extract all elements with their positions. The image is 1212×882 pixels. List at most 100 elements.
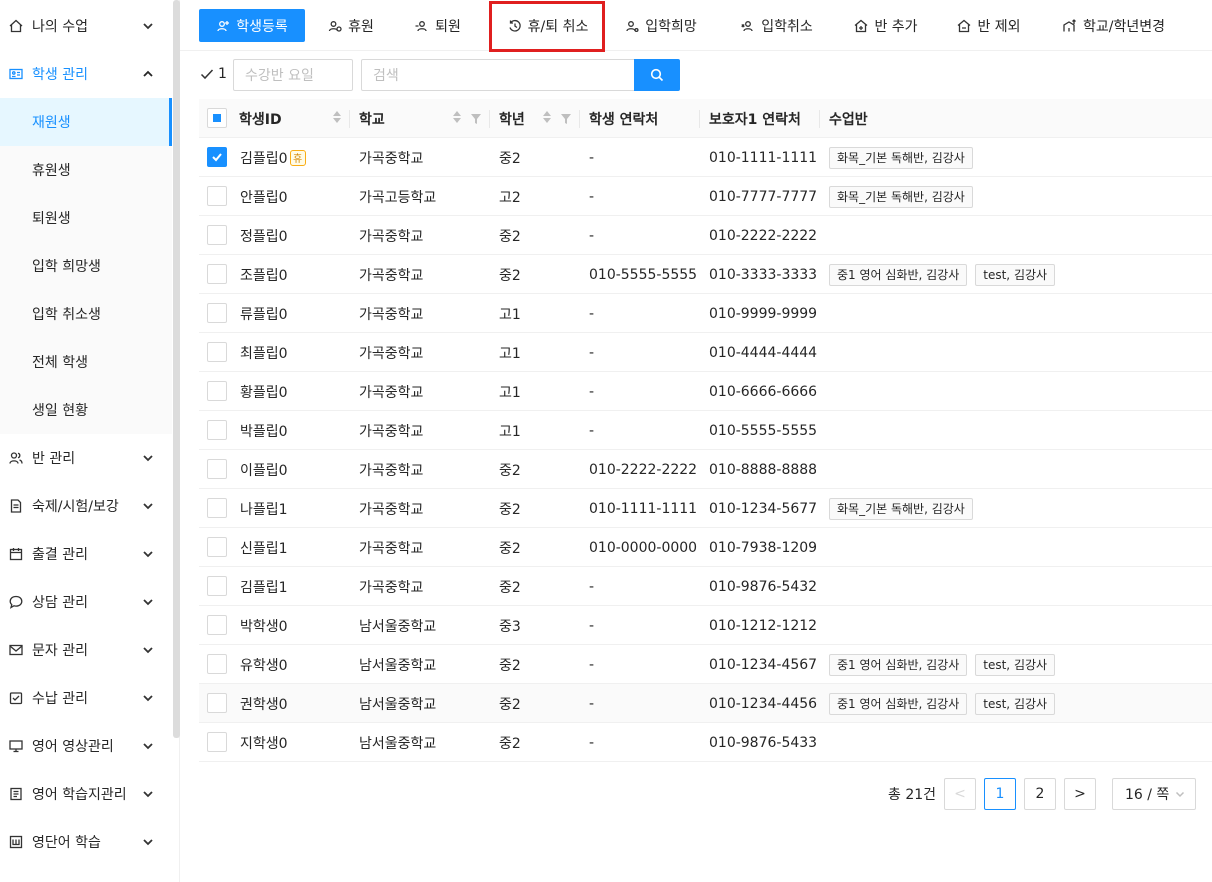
cell-student-name[interactable]: 신플립1 [240, 528, 288, 567]
filter-icon[interactable] [561, 112, 571, 128]
cell-student-name[interactable]: 류플립0 [240, 294, 288, 333]
cell-student-name[interactable]: 정플립0 [240, 216, 288, 255]
row-checkbox[interactable] [207, 147, 227, 167]
page-button-1[interactable]: 1 [984, 778, 1016, 810]
select-all-checkbox[interactable] [207, 108, 227, 128]
search-input[interactable]: 검색 [361, 59, 636, 91]
row-checkbox[interactable] [207, 459, 227, 479]
sidebar-subitem-withdrawn-students[interactable]: 퇴원생 [0, 194, 172, 242]
sidebar-item-class-mgmt[interactable]: 반 관리 [0, 434, 172, 482]
sidebar-item-counsel[interactable]: 상담 관리 [0, 578, 172, 626]
cell-student-name[interactable]: 지학생0 [240, 723, 288, 762]
sidebar-subitem-active-students[interactable]: 재원생 [0, 98, 172, 146]
col-header-grade[interactable]: 학년 [499, 99, 525, 138]
cell-student-name[interactable]: 나플립1 [240, 489, 288, 528]
page-size-select[interactable]: 16 / 쪽 [1112, 778, 1196, 810]
row-checkbox[interactable] [207, 420, 227, 440]
admission-cancel-button[interactable]: 입학취소 [734, 9, 820, 42]
sidebar-item-worksheet[interactable]: 영어 학습지관리 [0, 770, 172, 818]
table-row[interactable]: 김플립0 휴 가곡중학교 중2 - 010-1111-1111 화목_기본 독해반, 김강사 [199, 138, 1212, 177]
table-row[interactable]: 김플립1 가곡중학교 중2 - 010-9876-5432 [199, 567, 1212, 606]
cell-student-name[interactable]: 조플립0 [240, 255, 288, 294]
cell-student-name[interactable]: 박플립0 [240, 411, 288, 450]
row-checkbox[interactable] [207, 381, 227, 401]
table-row[interactable]: 신플립1 가곡중학교 중2 010-0000-0000 010-7938-1209 [199, 528, 1212, 567]
cell-student-phone: 010-1111-1111 [589, 500, 698, 517]
cell-student-name[interactable]: 김플립0 휴 [240, 138, 306, 177]
cell-student-name[interactable]: 유학생0 [240, 645, 288, 684]
prev-page-button[interactable]: < [944, 778, 976, 810]
table-row[interactable]: 유학생0 남서울중학교 중2 - 010-1234-4567 중1 영어 심화반, 김강사… [199, 645, 1212, 684]
leave-button[interactable]: 휴원 [320, 9, 382, 42]
col-header-student-id[interactable]: 학생ID [239, 99, 282, 138]
row-checkbox[interactable] [207, 498, 227, 518]
change-school-grade-button[interactable]: 학교/학년변경 [1058, 9, 1170, 42]
chevron-down-icon [142, 644, 154, 656]
table-row[interactable]: 조플립0 가곡중학교 중2 010-5555-5555 010-3333-3333 중1 … [199, 255, 1212, 294]
sidebar-item-attendance[interactable]: 출결 관리 [0, 530, 172, 578]
row-checkbox[interactable] [207, 615, 227, 635]
page-button-2[interactable]: 2 [1024, 778, 1056, 810]
table-row[interactable]: 박플립0 가곡중학교 고1 - 010-5555-5555 [199, 411, 1212, 450]
add-class-button[interactable]: 반 추가 [849, 9, 923, 42]
sidebar-item-sms[interactable]: 문자 관리 [0, 626, 172, 674]
sidebar-item-my-class[interactable]: 나의 수업 [0, 2, 172, 50]
sidebar-scrollbar[interactable] [173, 0, 180, 738]
row-checkbox[interactable] [207, 264, 227, 284]
weekday-filter-input[interactable]: 수강반 요일 [233, 59, 353, 91]
sidebar-item-student-mgmt[interactable]: 학생 관리 [0, 50, 172, 98]
sidebar-subitem-leave-students[interactable]: 휴원생 [0, 146, 172, 194]
remove-class-button[interactable]: 반 제외 [952, 9, 1026, 42]
sidebar-subitem-applicants[interactable]: 입학 희망생 [0, 242, 172, 290]
sidebar-item-payment[interactable]: 수납 관리 [0, 674, 172, 722]
row-checkbox[interactable] [207, 537, 227, 557]
table-row[interactable]: 이플립0 가곡중학교 중2 010-2222-2222 010-8888-8888 [199, 450, 1212, 489]
row-checkbox[interactable] [207, 186, 227, 206]
cell-student-name[interactable]: 이플립0 [240, 450, 288, 489]
register-student-button[interactable]: 학생등록 [199, 9, 305, 42]
cell-student-name[interactable]: 권학생0 [240, 684, 288, 723]
row-checkbox[interactable] [207, 693, 227, 713]
sort-icon[interactable] [333, 111, 341, 123]
row-checkbox[interactable] [207, 303, 227, 323]
next-page-button[interactable]: > [1064, 778, 1096, 810]
table-row[interactable]: 나플립1 가곡중학교 중2 010-1111-1111 010-1234-5677 화목_… [199, 489, 1212, 528]
sidebar-subitem-birthdays[interactable]: 생일 현황 [0, 386, 172, 434]
sidebar-subitem-cancelled-applicants[interactable]: 입학 취소생 [0, 290, 172, 338]
withdraw-button[interactable]: 퇴원 [407, 9, 469, 42]
table-row[interactable]: 최플립0 가곡중학교 고1 - 010-4444-4444 [199, 333, 1212, 372]
filter-icon[interactable] [471, 112, 481, 128]
row-checkbox[interactable] [207, 732, 227, 752]
sidebar-subitem-all-students[interactable]: 전체 학생 [0, 338, 172, 386]
table-row[interactable]: 권학생0 남서울중학교 중2 - 010-1234-4456 중1 영어 심화반, 김강사… [199, 684, 1212, 723]
admission-hope-button[interactable]: 입학희망 [620, 9, 702, 42]
table-row[interactable]: 박학생0 남서울중학교 중3 - 010-1212-1212 [199, 606, 1212, 645]
search-icon [650, 68, 664, 82]
table-row[interactable]: 정플립0 가곡중학교 중2 - 010-2222-2222 [199, 216, 1212, 255]
sidebar-item-homework[interactable]: 숙제/시험/보강 [0, 482, 172, 530]
table-row[interactable]: 안플립0 가곡고등학교 고2 - 010-7777-7777 화목_기본 독해반, 김강사 [199, 177, 1212, 216]
sort-icon[interactable] [543, 111, 551, 123]
row-checkbox[interactable] [207, 654, 227, 674]
sort-icon[interactable] [453, 111, 461, 123]
row-checkbox[interactable] [207, 576, 227, 596]
row-checkbox[interactable] [207, 225, 227, 245]
cancel-leave-withdraw-button[interactable]: 휴/퇴 취소 [494, 9, 602, 42]
cell-student-name[interactable]: 박학생0 [240, 606, 288, 645]
table-row[interactable]: 황플립0 가곡중학교 고1 - 010-6666-6666 [199, 372, 1212, 411]
cell-student-phone: - [589, 617, 595, 634]
sidebar-item-video[interactable]: 영어 영상관리 [0, 722, 172, 770]
table-row[interactable]: 류플립0 가곡중학교 고1 - 010-9999-9999 [199, 294, 1212, 333]
cell-student-name[interactable]: 안플립0 [240, 177, 288, 216]
col-header-school[interactable]: 학교 [359, 99, 385, 138]
cell-parent-phone: 010-5555-5555 [709, 422, 818, 439]
table-row[interactable]: 지학생0 남서울중학교 중2 - 010-9876-5433 [199, 723, 1212, 762]
cell-student-name[interactable]: 황플립0 [240, 372, 288, 411]
sidebar-item-label: 반 관리 [32, 451, 76, 467]
cell-classes: 중1 영어 심화반, 김강사 test, 김강사 [829, 255, 1063, 294]
search-button[interactable] [634, 59, 680, 91]
sidebar-item-vocab[interactable]: 영단어 학습 [0, 818, 172, 866]
row-checkbox[interactable] [207, 342, 227, 362]
cell-student-name[interactable]: 김플립1 [240, 567, 288, 606]
cell-student-name[interactable]: 최플립0 [240, 333, 288, 372]
